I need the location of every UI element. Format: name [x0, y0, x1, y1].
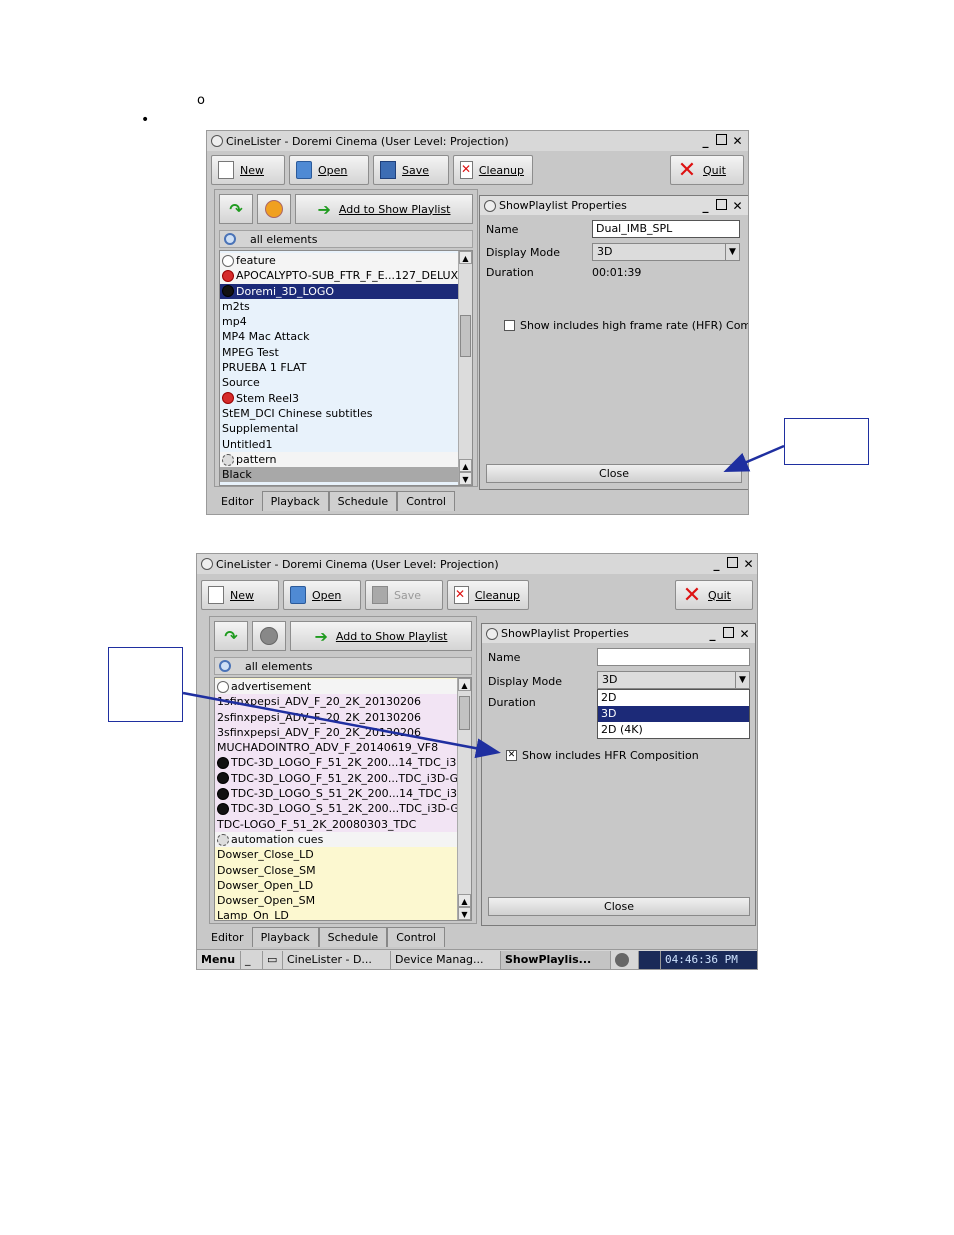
arrow-to-close-button — [723, 444, 785, 472]
arrow-to-hfr-checkbox — [182, 691, 501, 759]
annotation-arrows — [182, 444, 785, 759]
